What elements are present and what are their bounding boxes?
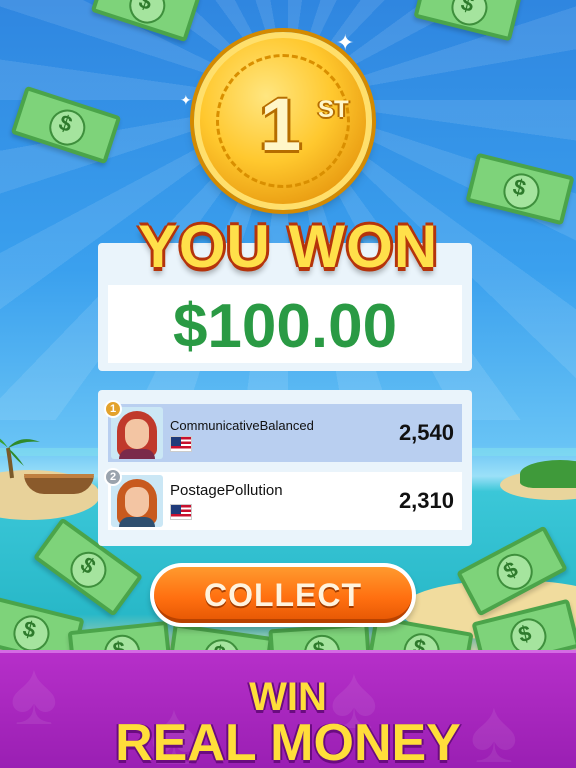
leaderboard-row: 2 PostagePollution 2,310 bbox=[104, 468, 462, 530]
us-flag-icon bbox=[170, 436, 192, 452]
rank-badge: 1 bbox=[104, 400, 122, 418]
collect-button-label: COLLECT bbox=[203, 577, 363, 613]
game-background: 1 ST ✦ ✦ $100.00 YOU WON 1 Communicative… bbox=[0, 0, 576, 768]
player-name: CommunicativeBalanced bbox=[170, 418, 314, 433]
sparkle-icon: ✦ bbox=[180, 92, 192, 108]
promo-banner: ♠ ♠ ♠ ♠ WIN REAL MONEY bbox=[0, 650, 576, 768]
coin-rank-number: 1 bbox=[260, 83, 302, 166]
you-won-title: YOU WON bbox=[137, 213, 439, 280]
first-place-coin: 1 ST bbox=[194, 32, 372, 210]
sparkle-icon: ✦ bbox=[336, 30, 355, 55]
player-name: PostagePollution bbox=[170, 482, 283, 499]
coin-rank-suffix: ST bbox=[318, 96, 349, 123]
prize-box: $100.00 bbox=[108, 285, 462, 363]
banner-line-real-money: REAL MONEY bbox=[115, 714, 461, 768]
player-score: 2,540 bbox=[398, 420, 454, 445]
leaderboard-row: 1 CommunicativeBalanced 2,540 bbox=[104, 400, 462, 462]
prize-amount: $100.00 bbox=[172, 292, 398, 361]
collect-button[interactable]: COLLECT bbox=[150, 563, 416, 627]
palm-tree-icon bbox=[0, 438, 40, 479]
rank-badge: 2 bbox=[104, 468, 122, 486]
player-score: 2,310 bbox=[398, 488, 454, 513]
us-flag-icon bbox=[170, 504, 192, 520]
collect-button-face[interactable]: COLLECT bbox=[154, 567, 412, 623]
right-island-trees bbox=[520, 460, 576, 488]
leaderboard: 1 CommunicativeBalanced 2,540 2 PostageP… bbox=[98, 390, 472, 546]
